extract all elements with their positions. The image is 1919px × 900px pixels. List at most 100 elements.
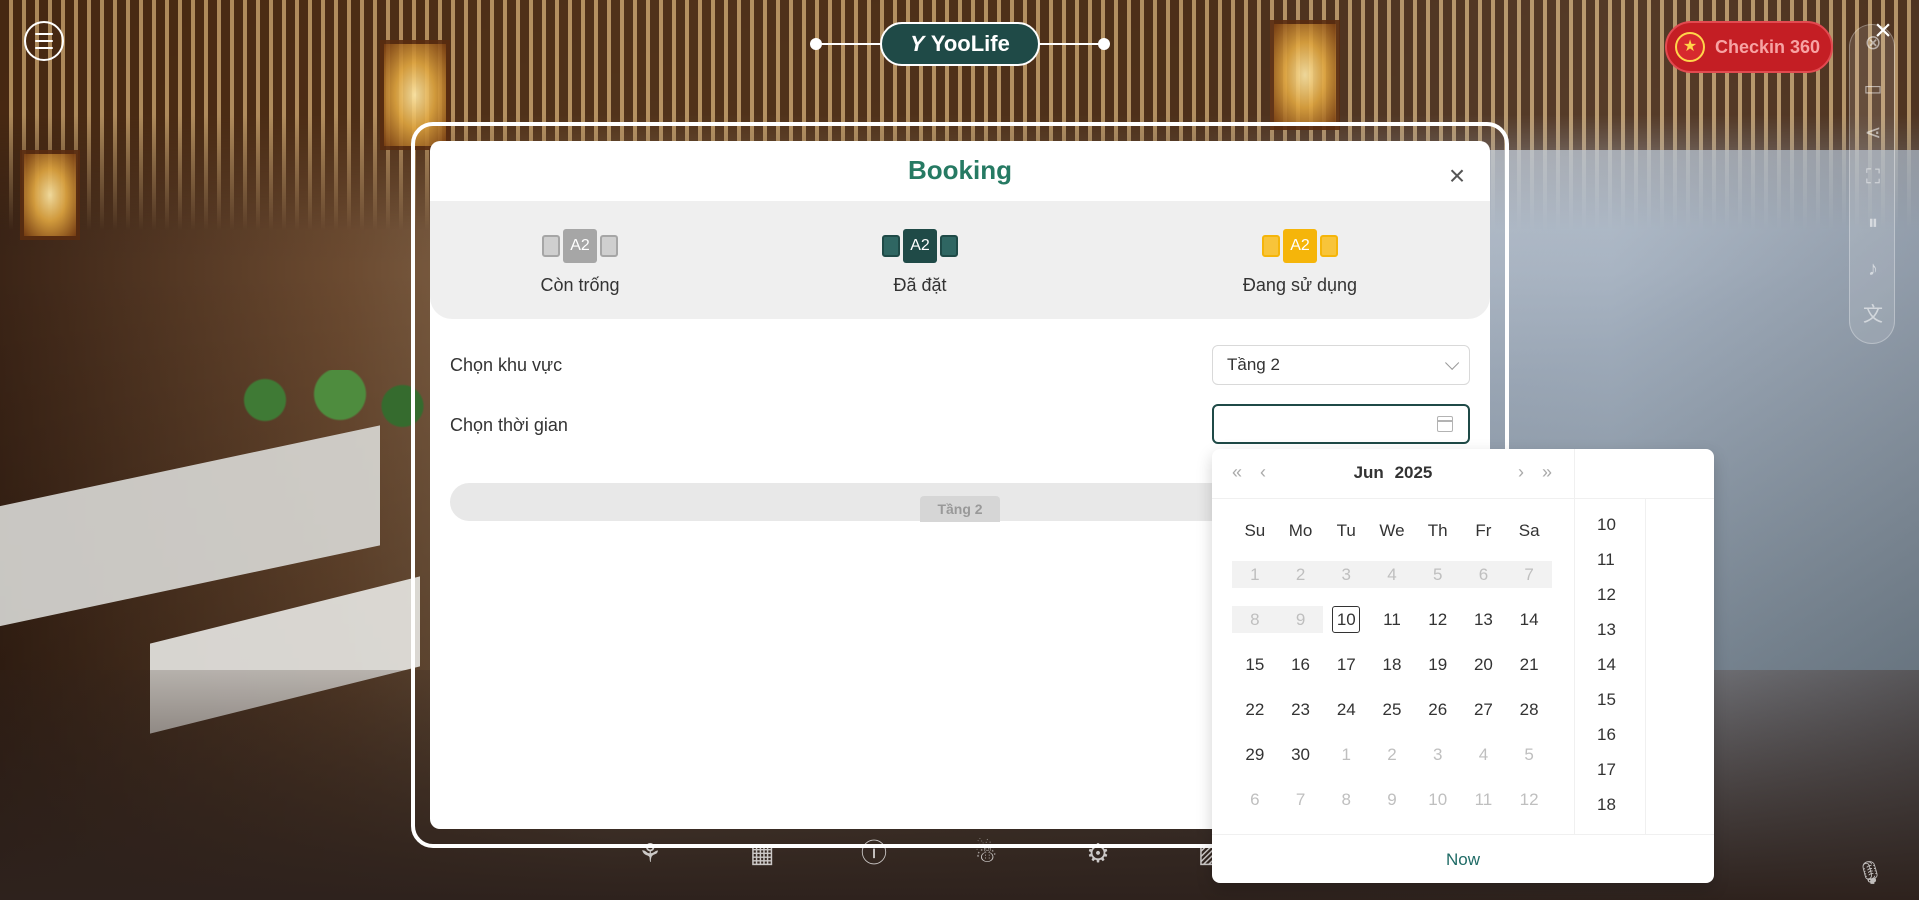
fullscreen-icon[interactable]: ⛶: [1861, 165, 1885, 189]
calendar-day[interactable]: 3: [1415, 741, 1461, 768]
area-select[interactable]: Tầng 2: [1212, 345, 1470, 385]
time-input[interactable]: [1212, 404, 1470, 444]
hour-option[interactable]: 10: [1575, 507, 1645, 542]
hour-option[interactable]: 13: [1575, 612, 1645, 647]
calendar-day[interactable]: 8: [1232, 606, 1278, 633]
calendar-day[interactable]: 10: [1323, 606, 1369, 633]
hour-option[interactable]: 14: [1575, 647, 1645, 682]
picker-month[interactable]: Jun: [1354, 463, 1384, 482]
calendar-day[interactable]: 26: [1415, 696, 1461, 723]
calendar-day[interactable]: 19: [1415, 651, 1461, 678]
calendar-day[interactable]: 1: [1323, 741, 1369, 768]
share-icon[interactable]: ⋖: [1861, 121, 1885, 145]
calendar-day[interactable]: 27: [1461, 696, 1507, 723]
hour-option[interactable]: 16: [1575, 717, 1645, 752]
time-header: [1574, 449, 1714, 499]
calendar-day-label: 17: [1336, 655, 1356, 674]
calendar-day-label: 29: [1245, 745, 1265, 764]
calendar-day-label: 26: [1428, 700, 1448, 719]
calendar-day-label: 19: [1428, 655, 1448, 674]
close-icon[interactable]: ×: [1870, 16, 1896, 46]
calendar-day[interactable]: 18: [1369, 651, 1415, 678]
hour-option[interactable]: 12: [1575, 577, 1645, 612]
seat-booked-icon: A2: [882, 229, 958, 263]
calendar-day[interactable]: 22: [1232, 696, 1278, 723]
calendar-day[interactable]: 3: [1323, 561, 1370, 588]
hour-option[interactable]: 11: [1575, 542, 1645, 577]
calendar-day[interactable]: 13: [1461, 606, 1507, 633]
brand-line: [1038, 43, 1104, 45]
menu-button[interactable]: [24, 21, 64, 61]
calendar-day[interactable]: 9: [1277, 606, 1324, 633]
next-month-icon[interactable]: ›: [1510, 461, 1532, 483]
now-button[interactable]: Now: [1212, 834, 1714, 883]
vr-headset-icon[interactable]: ▭: [1861, 77, 1885, 101]
calendar-day-label: 13: [1473, 610, 1493, 629]
calendar-day[interactable]: 5: [1414, 561, 1461, 588]
calendar-day[interactable]: 28: [1506, 696, 1552, 723]
calendar-day[interactable]: 30: [1278, 741, 1324, 768]
weekday-label: Su: [1244, 521, 1266, 540]
calendar-day[interactable]: 4: [1461, 741, 1507, 768]
calendar-day[interactable]: 7: [1506, 561, 1552, 588]
calendar-day[interactable]: 9: [1369, 786, 1415, 813]
calendar-day-label: 28: [1519, 700, 1539, 719]
calendar-day-label: 11: [1474, 790, 1493, 809]
calendar-day[interactable]: 6: [1460, 561, 1507, 588]
calendar-day-label: 7: [1524, 565, 1534, 584]
chair-icon: [1262, 235, 1280, 257]
day-grid: 1 2 3 4 5 6 7 8 9 10 11 12 13 14 15 16 17 18 19 20 21 22 23 24 2…: [1232, 561, 1552, 813]
calendar-day-label: 10: [1332, 606, 1361, 633]
brand-logo[interactable]: Y YooLife: [880, 22, 1040, 66]
calendar-day[interactable]: 23: [1278, 696, 1324, 723]
calendar-day[interactable]: 15: [1232, 651, 1278, 678]
calendar-day[interactable]: 6: [1232, 786, 1278, 813]
menu-line: [35, 47, 53, 49]
seat-in-use-icon: A2: [1262, 229, 1338, 263]
calendar-day[interactable]: 12: [1506, 786, 1552, 813]
picker-year[interactable]: 2025: [1395, 463, 1433, 482]
time-label: Chọn thời gian: [450, 415, 568, 435]
translate-icon[interactable]: 文: [1861, 303, 1885, 327]
calendar-day[interactable]: 5: [1506, 741, 1552, 768]
hour-column[interactable]: 10 11 12 13 14 15 16 17 18: [1574, 499, 1646, 834]
calendar-day-label: 21: [1519, 655, 1539, 674]
calendar-day[interactable]: 11: [1369, 606, 1415, 633]
calendar-day[interactable]: 1: [1232, 561, 1278, 588]
calendar-day[interactable]: 20: [1461, 651, 1507, 678]
calendar-day[interactable]: 2: [1369, 741, 1415, 768]
calendar-day-label: 2: [1387, 745, 1397, 764]
calendar-day[interactable]: 10: [1415, 786, 1461, 813]
microphone-icon[interactable]: 🎙: [1856, 860, 1884, 890]
hour-option[interactable]: 15: [1575, 682, 1645, 717]
calendar-day[interactable]: 21: [1506, 651, 1552, 678]
pause-icon[interactable]: ⏸: [1861, 211, 1885, 235]
calendar-day[interactable]: 4: [1369, 561, 1415, 588]
calendar-day[interactable]: 24: [1323, 696, 1369, 723]
calendar-day[interactable]: 17: [1323, 651, 1369, 678]
hour-option[interactable]: 17: [1575, 752, 1645, 787]
chair-icon: [940, 235, 958, 257]
next-year-icon[interactable]: »: [1536, 461, 1558, 483]
floor-tab[interactable]: Tầng 2: [920, 496, 1000, 522]
sound-icon[interactable]: ♪: [1861, 257, 1885, 281]
calendar-day[interactable]: 11: [1461, 786, 1507, 813]
calendar-day[interactable]: 12: [1415, 606, 1461, 633]
calendar-day-label: 4: [1478, 745, 1489, 764]
calendar-day[interactable]: 16: [1278, 651, 1324, 678]
calendar-day[interactable]: 25: [1369, 696, 1415, 723]
calendar-day-label: 23: [1291, 700, 1311, 719]
calendar-day[interactable]: 14: [1506, 606, 1552, 633]
calendar-day[interactable]: 29: [1232, 741, 1278, 768]
weekday-label: Sa: [1518, 521, 1540, 540]
checkin-360-button[interactable]: ★ Checkin 360: [1665, 21, 1833, 73]
hour-option[interactable]: 18: [1575, 787, 1645, 822]
calendar-day[interactable]: 2: [1277, 561, 1324, 588]
calendar-day[interactable]: 8: [1323, 786, 1369, 813]
modal-close-icon[interactable]: ×: [1444, 162, 1470, 190]
calendar-day[interactable]: 7: [1278, 786, 1324, 813]
lantern: [20, 150, 80, 240]
weekday-label: Mo: [1288, 521, 1313, 540]
weekday-header: Su Mo Tu We Th Fr Sa: [1232, 521, 1552, 541]
calendar-day-label: 3: [1432, 745, 1443, 764]
